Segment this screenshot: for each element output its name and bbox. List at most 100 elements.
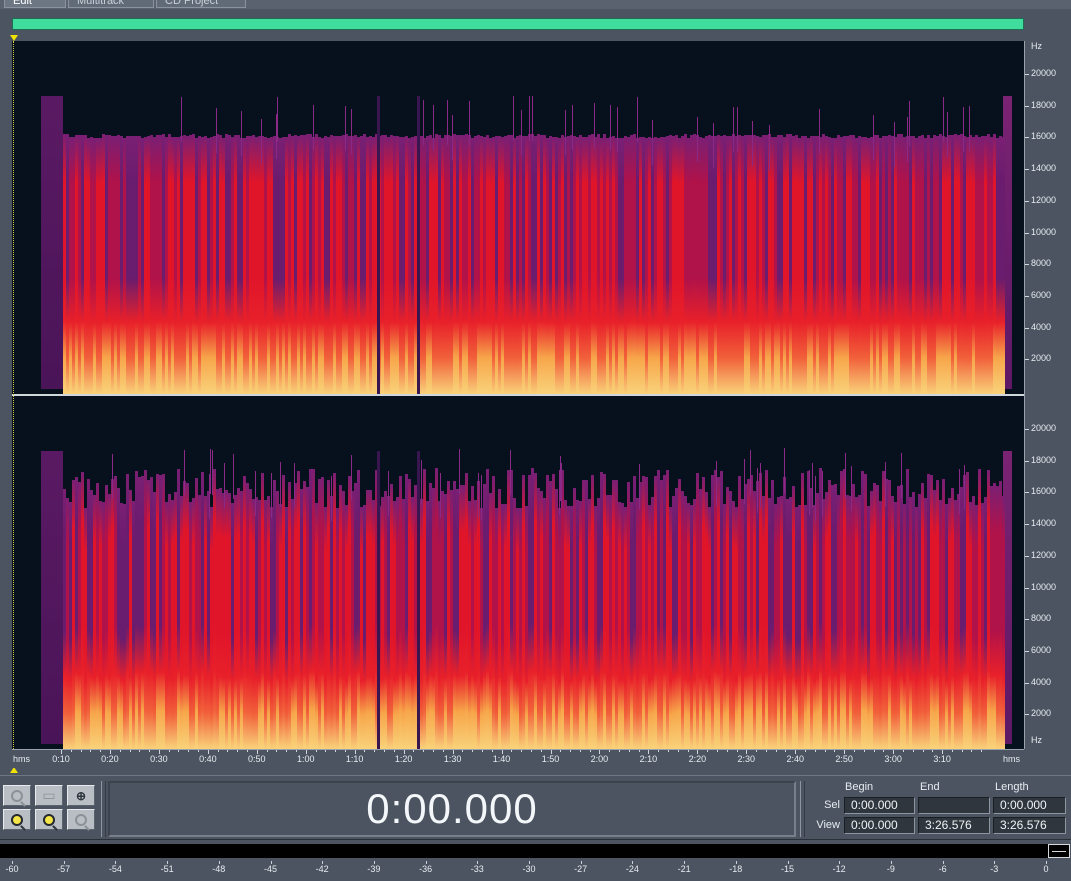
spectral-streak (447, 100, 448, 145)
view-tabbar: Edit View Multitrack View CD Project Vie… (0, 0, 1071, 9)
zoom-in-vertical-button[interactable]: ⊕ (67, 785, 95, 806)
time-tick-label: 0:30 (150, 754, 168, 764)
clip-indicator[interactable] (1048, 844, 1070, 858)
time-minor-tick (873, 750, 875, 752)
spectral-streak (481, 475, 482, 520)
spectral-streak (209, 474, 210, 519)
frequency-tick (1025, 460, 1029, 462)
time-minor-tick (90, 750, 92, 752)
view-row-label: View (816, 819, 840, 831)
time-minor-tick (374, 750, 376, 752)
end-header: End (920, 781, 940, 793)
spectral-streak (271, 473, 272, 518)
spectral-streak (737, 107, 738, 152)
time-minor-tick (423, 750, 425, 752)
time-minor-tick (912, 750, 914, 752)
overview-range-bar[interactable] (12, 18, 1024, 30)
waveform-overview[interactable] (0, 9, 1071, 38)
frequency-tick-label: 2000 (1031, 353, 1052, 364)
spectral-streak (255, 471, 256, 516)
sel-end-field[interactable] (918, 797, 990, 814)
zoom-out-button[interactable]: ▭ (35, 785, 63, 806)
spectral-gap (417, 451, 420, 749)
playhead-cursor[interactable] (13, 41, 15, 749)
spectral-streak (873, 115, 874, 160)
time-tick-label: 1:20 (394, 754, 413, 764)
time-minor-tick (286, 750, 288, 752)
spectral-column (1002, 137, 1005, 394)
spectral-streak (744, 459, 745, 504)
time-minor-tick (266, 750, 268, 752)
frequency-unit-label: Hz (1031, 41, 1042, 51)
spectral-streak (637, 97, 638, 142)
tab-edit-view[interactable]: Edit View (4, 0, 66, 8)
frequency-ruler[interactable]: 20000 18000 16000 14000 12000 10000 8000 6000 40… (1024, 41, 1071, 749)
zoom-out-vertical-button[interactable] (67, 809, 95, 830)
frequency-tick-label: 8000 (1031, 613, 1052, 624)
zoom-full-button[interactable] (3, 809, 31, 830)
panel-grip[interactable] (800, 781, 805, 837)
view-length-field[interactable]: 3:26.576 (993, 817, 1066, 834)
meter-tick-label: -36 (419, 864, 433, 874)
spectral-streak (969, 106, 970, 151)
time-minor-tick (716, 750, 718, 752)
meter-tick-label: -3 (990, 864, 999, 874)
meter-tick-label: -45 (263, 864, 278, 874)
spectral-streak (851, 466, 852, 511)
meter-tick-label: -51 (160, 864, 174, 874)
panel-grip[interactable] (101, 781, 106, 837)
spectral-streak (943, 97, 944, 142)
zoom-in-button[interactable] (35, 809, 63, 830)
time-minor-tick (667, 750, 669, 752)
spectral-streak (233, 454, 234, 499)
spectral-view[interactable] (12, 41, 1024, 749)
spectral-streak (241, 111, 242, 156)
spectrogram-channel-left[interactable] (12, 41, 1024, 394)
sel-row-label: Sel (824, 799, 840, 811)
time-minor-tick (80, 750, 82, 752)
tab-cd-project-view[interactable]: CD Project View (156, 0, 246, 8)
time-ruler[interactable]: 0:10 0:20 0:30 0:40 0:50 1:00 1:10 1:20 1:30 1:40… (12, 749, 1024, 768)
view-begin-field[interactable]: 0:00.000 (844, 817, 915, 834)
zoom-out-full-button[interactable] (3, 785, 31, 806)
spectral-streak (572, 105, 573, 150)
spectral-streak (561, 463, 562, 508)
meter-tick-label: -6 (938, 864, 947, 874)
spectral-streak (909, 101, 910, 146)
sel-begin-field[interactable]: 0:00.000 (844, 797, 915, 814)
time-minor-tick (677, 750, 679, 752)
time-minor-tick (384, 750, 386, 752)
spectral-streak (313, 105, 314, 150)
frequency-tick (1025, 587, 1029, 589)
begin-header: Begin (845, 781, 874, 793)
spectral-streak (652, 120, 653, 165)
time-tick-label: 3:10 (933, 754, 951, 764)
time-minor-tick (119, 750, 121, 752)
frequency-tick (1025, 74, 1029, 75)
spectral-streak (964, 465, 965, 510)
time-tick-label: 1:30 (443, 754, 462, 764)
frequency-tick (1025, 327, 1029, 329)
frequency-tick (1025, 232, 1029, 234)
spectrogram-channel-right[interactable] (12, 396, 1024, 749)
frequency-tick-label: 10000 (1031, 226, 1057, 237)
time-minor-tick (237, 750, 239, 752)
sel-length-field[interactable]: 0:00.000 (993, 797, 1066, 814)
time-minor-tick (961, 750, 963, 752)
time-minor-tick (530, 750, 532, 752)
time-tick-label: 2:10 (639, 754, 658, 764)
time-minor-tick (570, 750, 572, 752)
spectral-streak (261, 119, 262, 164)
spectral-streak (433, 105, 434, 150)
time-minor-tick (814, 750, 816, 752)
spectral-streak (809, 470, 810, 515)
meter-tick-label: -60 (5, 864, 19, 874)
spectral-streak (181, 97, 182, 142)
time-tick-label: 1:40 (492, 754, 511, 764)
tab-multitrack-view[interactable]: Multitrack View (68, 0, 154, 8)
spectral-streak (639, 464, 640, 509)
view-end-field[interactable]: 3:26.576 (918, 817, 990, 834)
playhead-top-marker[interactable] (10, 35, 18, 41)
time-minor-tick (981, 750, 983, 752)
frequency-tick (1025, 359, 1029, 361)
